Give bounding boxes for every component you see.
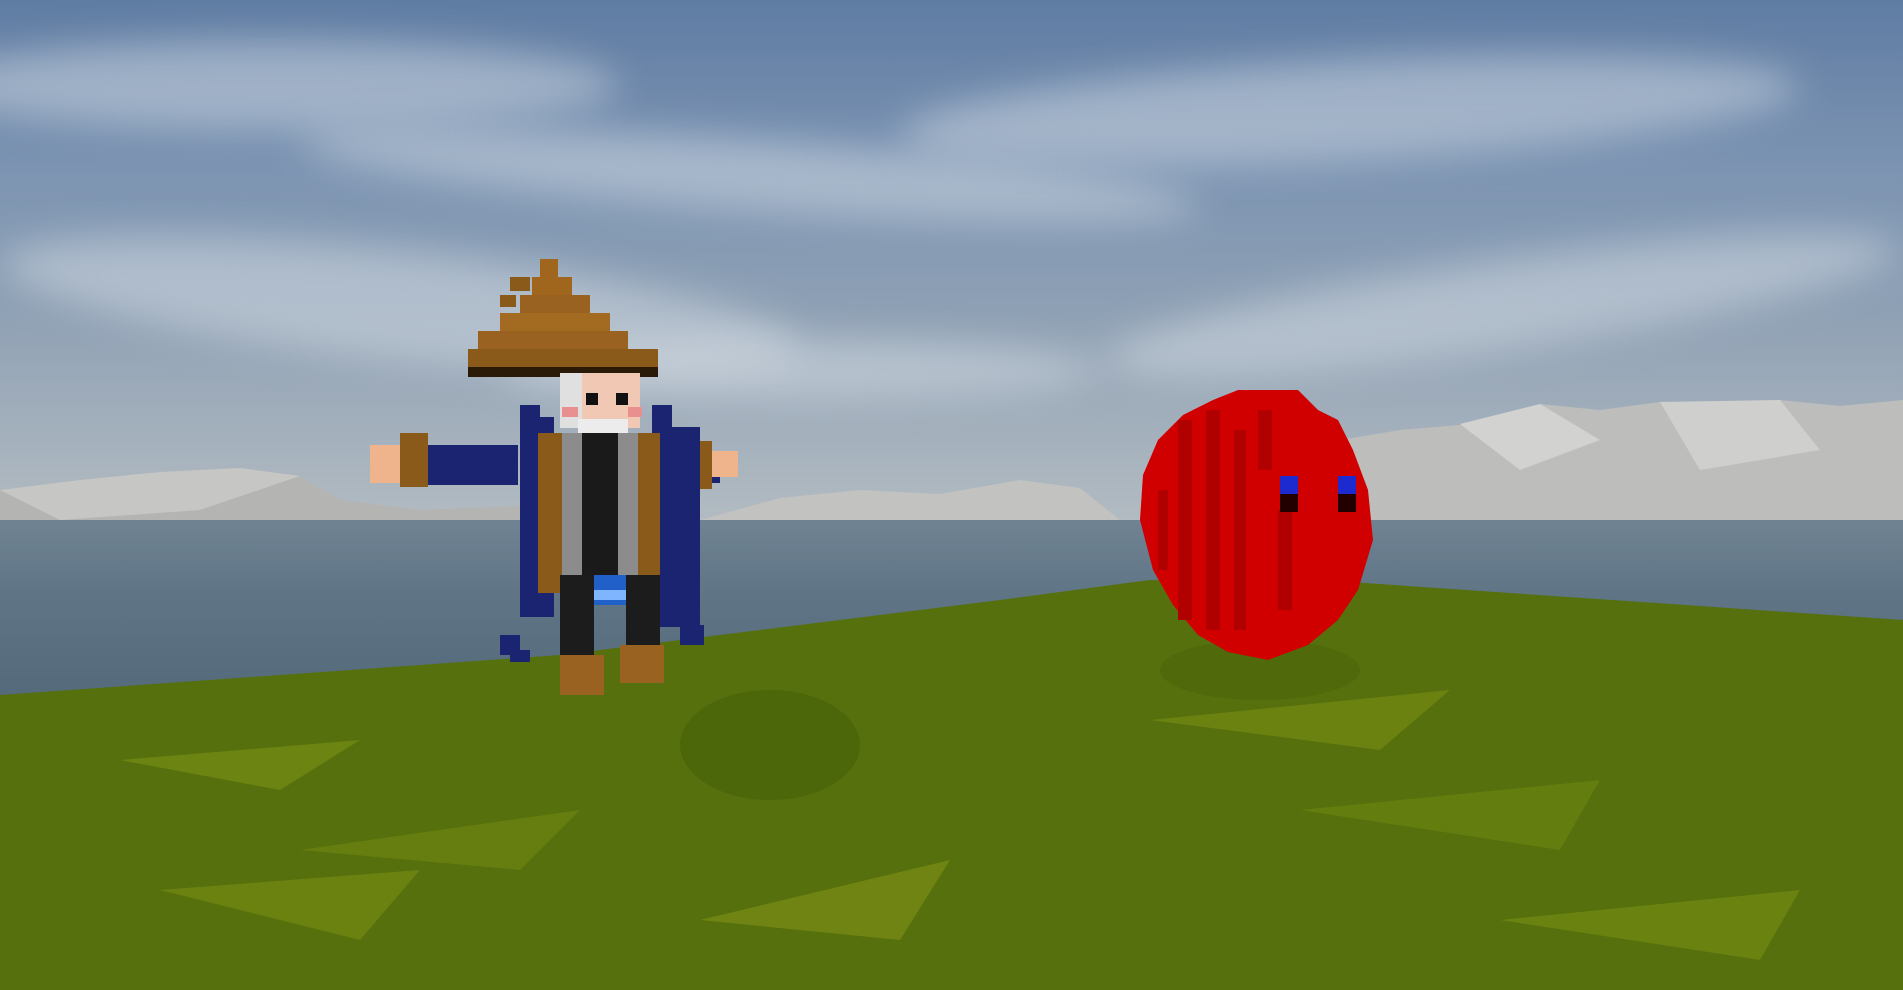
wizard-face (560, 373, 642, 433)
cloud (0, 40, 620, 130)
wizard-robe (520, 405, 700, 627)
voxel-red-slime-enemy[interactable] (1138, 390, 1383, 660)
cloud (1097, 204, 1903, 406)
game-viewport[interactable] (0, 0, 1903, 990)
grass-ground (0, 580, 1903, 990)
cloud (897, 36, 1803, 184)
voxel-wizard-character[interactable] (360, 255, 800, 705)
wizard-hat (468, 259, 658, 377)
